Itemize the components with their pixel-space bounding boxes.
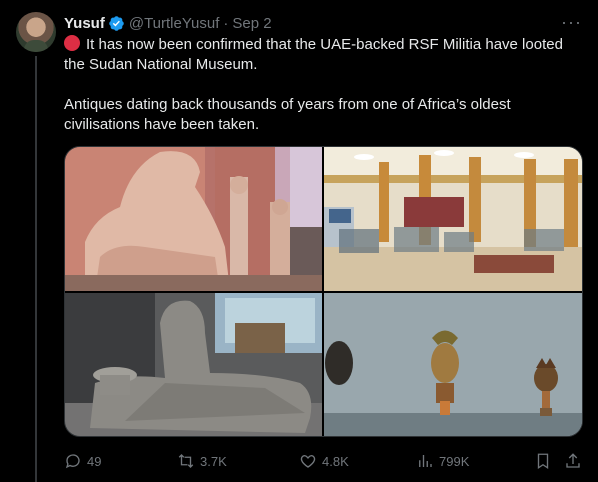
like-icon	[300, 455, 316, 468]
action-bar: 49 3.7K 4.8K 799K	[64, 452, 584, 472]
views-icon	[419, 455, 432, 467]
tweet-date[interactable]: Sep 2	[232, 15, 271, 32]
author-handle[interactable]: @TurtleYusuf	[129, 15, 220, 32]
thread-line	[35, 56, 37, 482]
tweet-header: Yusuf @TurtleYusuf · Sep 2 ···	[64, 12, 584, 34]
share-icon	[566, 453, 580, 468]
share-button[interactable]	[564, 452, 582, 470]
verified-badge-icon	[109, 15, 124, 31]
repost-button[interactable]: 3.7K	[177, 452, 227, 470]
tweet-paragraph-1: It has now been confirmed that the UAE-b…	[64, 35, 584, 75]
avatar[interactable]	[16, 12, 56, 52]
reply-count: 49	[87, 453, 102, 469]
tweet-line-1: It has now been confirmed that the UAE-b…	[64, 36, 563, 73]
author-name[interactable]: Yusuf	[64, 15, 105, 32]
media-image-sphinx[interactable]	[65, 293, 322, 436]
media-image-museum-hall[interactable]	[324, 147, 582, 291]
tweet-text: It has now been confirmed that the UAE-b…	[64, 35, 584, 155]
reply-button[interactable]: 49	[64, 452, 101, 470]
like-button[interactable]: 4.8K	[299, 452, 349, 470]
more-icon[interactable]: ···	[561, 12, 582, 33]
reply-icon	[65, 454, 80, 469]
repost-icon	[178, 454, 194, 468]
views-button[interactable]: 799K	[416, 452, 469, 470]
separator-dot: ·	[223, 14, 229, 32]
views-count: 799K	[439, 453, 470, 469]
bookmark-button[interactable]	[534, 452, 552, 470]
red-circle-icon	[64, 35, 80, 51]
repost-count: 3.7K	[200, 453, 227, 469]
media-grid	[64, 146, 583, 437]
bookmark-icon	[537, 453, 549, 470]
tweet-paragraph-2: Antiques dating back thousands of years …	[64, 96, 511, 133]
media-image-ram-statue[interactable]	[65, 147, 322, 291]
like-count: 4.8K	[322, 453, 349, 469]
media-image-figurines[interactable]	[324, 293, 582, 436]
